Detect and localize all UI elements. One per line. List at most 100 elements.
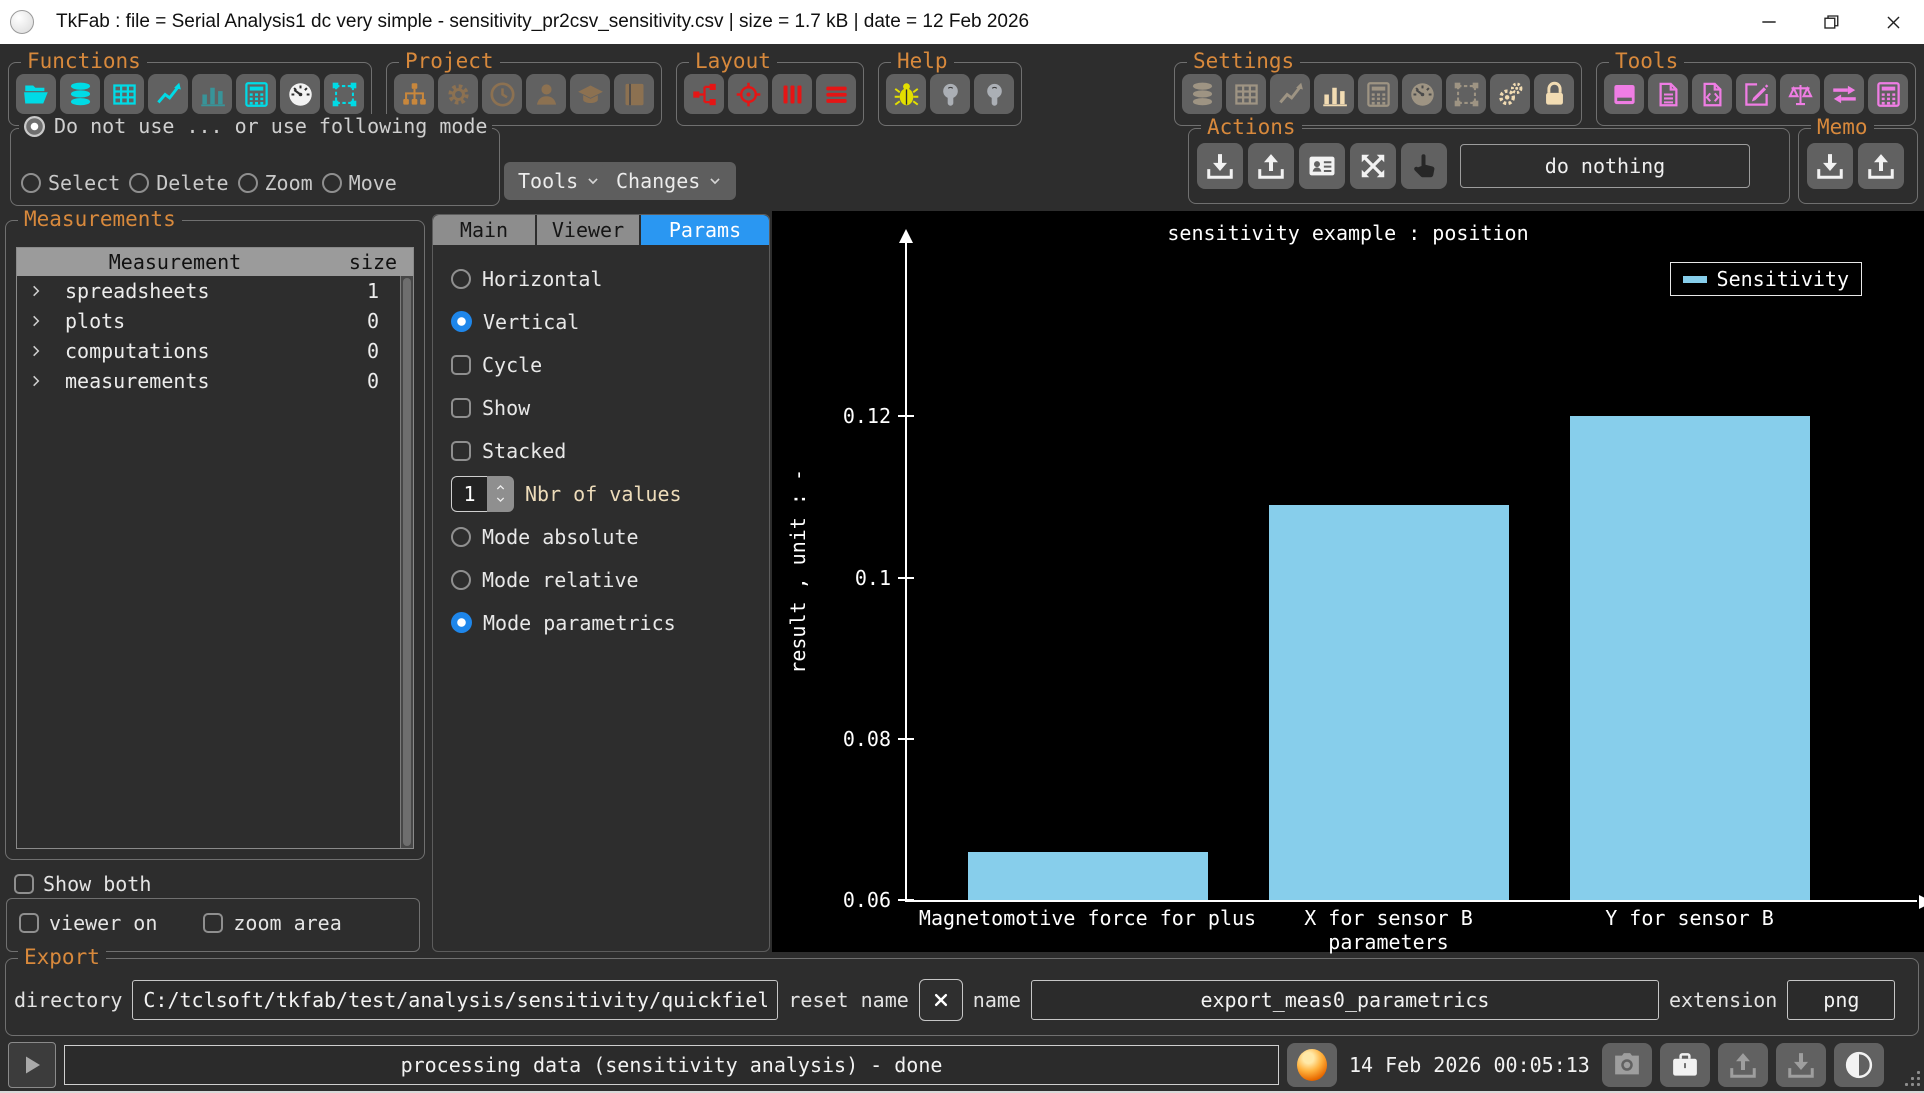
settings-computation-button[interactable] — [1358, 74, 1398, 114]
layout-columns-button[interactable] — [772, 74, 812, 114]
option-mode-absolute[interactable]: Mode absolute — [433, 515, 769, 558]
close-button[interactable] — [1862, 0, 1924, 44]
option-cycle[interactable]: Cycle — [433, 343, 769, 386]
tools-edit-button[interactable] — [1736, 74, 1776, 114]
project-history-button[interactable] — [482, 74, 522, 114]
tab-main[interactable]: Main — [433, 215, 535, 245]
option-vertical[interactable]: Vertical — [433, 300, 769, 343]
minimize-button[interactable] — [1738, 0, 1800, 44]
option-stacked[interactable]: Stacked — [433, 429, 769, 472]
tree-row-measurements[interactable]: measurements 0 — [17, 366, 413, 396]
run-button[interactable] — [8, 1042, 56, 1088]
extension-input[interactable] — [1787, 980, 1895, 1020]
plot-button[interactable] — [148, 74, 188, 114]
spinner-buttons[interactable] — [487, 476, 514, 512]
layout-center-button[interactable] — [728, 74, 768, 114]
tools-calculator-button[interactable] — [1868, 74, 1908, 114]
chevron-right-icon[interactable] — [17, 314, 57, 328]
selection-button[interactable] — [324, 74, 364, 114]
memo-load-button[interactable] — [1858, 143, 1904, 189]
status-download-button[interactable] — [1776, 1043, 1826, 1087]
status-orb-button[interactable] — [1287, 1043, 1337, 1087]
tree-scrollbar-thumb[interactable] — [403, 278, 411, 846]
name-input[interactable] — [1031, 980, 1659, 1020]
settings-selection-button[interactable] — [1446, 74, 1486, 114]
tools-script-button[interactable] — [1692, 74, 1732, 114]
nbr-of-values-value[interactable]: 1 — [451, 476, 487, 512]
vertical-radio[interactable] — [451, 311, 472, 332]
tree-row-plots[interactable]: plots 0 — [17, 306, 413, 336]
action-hand-button[interactable] — [1401, 143, 1447, 189]
show-checkbox[interactable] — [451, 398, 471, 418]
mode-parametrics-radio[interactable] — [451, 612, 472, 633]
mode-relative-radio[interactable] — [451, 570, 471, 590]
project-settings-button[interactable] — [438, 74, 478, 114]
screenshot-button[interactable] — [1602, 1043, 1652, 1087]
reset-name-button[interactable] — [919, 979, 963, 1021]
workspace-button[interactable] — [1660, 1043, 1710, 1087]
memo-save-button[interactable] — [1807, 143, 1853, 189]
settings-gauge-button[interactable] — [1402, 74, 1442, 114]
tab-params[interactable]: Params — [641, 215, 769, 245]
tools-document-button[interactable] — [1648, 74, 1688, 114]
option-mode-parametrics[interactable]: Mode parametrics — [433, 601, 769, 644]
settings-plot-button[interactable] — [1270, 74, 1310, 114]
spreadsheet-button[interactable] — [104, 74, 144, 114]
option-mode-relative[interactable]: Mode relative — [433, 558, 769, 601]
open-file-button[interactable] — [16, 74, 56, 114]
hint2-button[interactable] — [974, 74, 1014, 114]
computation-button[interactable] — [236, 74, 276, 114]
status-upload-button[interactable] — [1718, 1043, 1768, 1087]
mode-option-delete[interactable]: Delete — [129, 171, 228, 195]
option-show[interactable]: Show — [433, 386, 769, 429]
horizontal-radio[interactable] — [451, 269, 471, 289]
do-nothing-button[interactable]: do nothing — [1460, 144, 1750, 188]
bar-chart-button[interactable] — [192, 74, 232, 114]
database-button[interactable] — [60, 74, 100, 114]
hint-button[interactable] — [930, 74, 970, 114]
resize-grip[interactable] — [1904, 1070, 1920, 1086]
show-both-option[interactable]: Show both — [14, 872, 151, 896]
action-export-button[interactable] — [1248, 143, 1294, 189]
delete-radio[interactable] — [129, 173, 149, 193]
tools-transfer-button[interactable] — [1824, 74, 1864, 114]
settings-database-button[interactable] — [1182, 74, 1222, 114]
project-hierarchy-button[interactable] — [394, 74, 434, 114]
tree-row-computations[interactable]: computations 0 — [17, 336, 413, 366]
show-both-checkbox[interactable] — [14, 874, 34, 894]
settings-lock-button[interactable] — [1534, 74, 1574, 114]
tree-row-spreadsheets[interactable]: spreadsheets 1 — [17, 276, 413, 306]
measurement-button[interactable] — [280, 74, 320, 114]
action-card-button[interactable] — [1299, 143, 1345, 189]
zoom-radio[interactable] — [238, 173, 258, 193]
nbr-of-values-spinner[interactable]: 1 — [451, 476, 514, 512]
select-radio[interactable] — [21, 173, 41, 193]
chevron-right-icon[interactable] — [17, 284, 57, 298]
project-learn-button[interactable] — [570, 74, 610, 114]
changes-menu-button[interactable]: Changes — [602, 162, 736, 200]
cycle-checkbox[interactable] — [451, 355, 471, 375]
layout-tree-button[interactable] — [684, 74, 724, 114]
debug-button[interactable] — [886, 74, 926, 114]
theme-toggle-button[interactable] — [1834, 1043, 1884, 1087]
action-import-button[interactable] — [1197, 143, 1243, 189]
tools-menu-button[interactable]: Tools — [504, 162, 614, 200]
mode-option-select[interactable]: Select — [21, 171, 120, 195]
project-notebook-button[interactable] — [614, 74, 654, 114]
column-size[interactable]: size — [333, 250, 413, 274]
mode-absolute-radio[interactable] — [451, 527, 471, 547]
chevron-right-icon[interactable] — [17, 374, 57, 388]
tab-viewer[interactable]: Viewer — [537, 215, 639, 245]
layout-rows-button[interactable] — [816, 74, 856, 114]
settings-gears-button[interactable] — [1490, 74, 1530, 114]
directory-input[interactable] — [132, 980, 778, 1020]
tree-scrollbar[interactable] — [400, 276, 413, 848]
settings-barchart-button[interactable] — [1314, 74, 1354, 114]
action-expand-button[interactable] — [1350, 143, 1396, 189]
viewer-on-checkbox[interactable] — [19, 913, 39, 933]
mode-option-zoom[interactable]: Zoom — [238, 171, 313, 195]
option-horizontal[interactable]: Horizontal — [433, 257, 769, 300]
maximize-button[interactable] — [1800, 0, 1862, 44]
tools-compare-button[interactable] — [1780, 74, 1820, 114]
project-user-button[interactable] — [526, 74, 566, 114]
